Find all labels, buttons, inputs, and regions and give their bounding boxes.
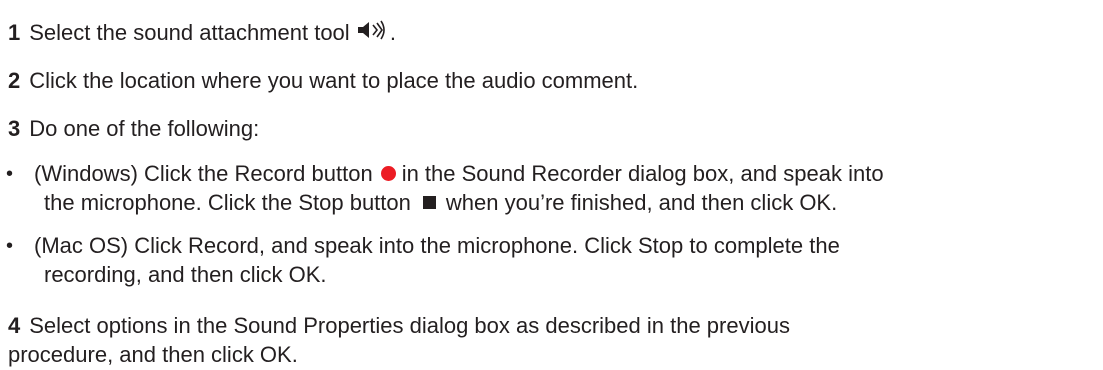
bullet-1-marker: • <box>6 163 14 185</box>
bullet-2-marker: • <box>6 235 14 257</box>
step-3: 3 Do one of the following: <box>8 114 259 144</box>
record-dot-icon <box>380 166 396 182</box>
step-1-text-end: . <box>389 20 396 45</box>
bullet-1-text-d: when you’re finished, and then click OK. <box>445 190 838 215</box>
step-3-text: Do one of the following: <box>29 116 260 141</box>
step-2-text: Click the location where you want to pla… <box>29 68 639 93</box>
step-4-text-b: procedure, and then click OK. <box>8 342 298 367</box>
step-2-number: 2 <box>8 68 21 93</box>
bullet-2-line-2: recording, and then click OK. <box>44 260 326 290</box>
instructions-document: 1 Select the sound attachment tool . 2 Cli… <box>0 0 1103 370</box>
bullet-1-line-1: (Windows) Click the Record button in the … <box>34 159 884 189</box>
bullet-1-line-2: the microphone. Click the Stop button whe… <box>44 188 837 218</box>
step-4-number: 4 <box>8 313 21 338</box>
step-2: 2 Click the location where you want to pl… <box>8 66 638 96</box>
step-4-line-1: 4 Select options in the Sound Properties … <box>8 311 790 341</box>
bullet-1-text-b: in the Sound Recorder dialog box, and sp… <box>401 161 884 186</box>
speaker-icon <box>356 19 390 49</box>
bullet-2-line-1: (Mac OS) Click Record, and speak into th… <box>34 231 840 261</box>
step-1-number: 1 <box>8 20 21 45</box>
stop-square-icon <box>422 196 436 210</box>
bullet-2-text-a: (Mac OS) Click Record, and speak into th… <box>34 233 840 258</box>
step-1-text: Select the sound attachment tool <box>29 20 350 45</box>
step-1: 1 Select the sound attachment tool . <box>8 18 396 49</box>
step-4-line-2: procedure, and then click OK. <box>8 340 298 370</box>
step-3-number: 3 <box>8 116 21 141</box>
bullet-1-text-c: the microphone. Click the Stop button <box>44 190 411 215</box>
bullet-2-text-b: recording, and then click OK. <box>44 262 327 287</box>
bullet-1-text-a: (Windows) Click the Record button <box>34 161 373 186</box>
step-4-text-a: Select options in the Sound Properties d… <box>29 313 790 338</box>
